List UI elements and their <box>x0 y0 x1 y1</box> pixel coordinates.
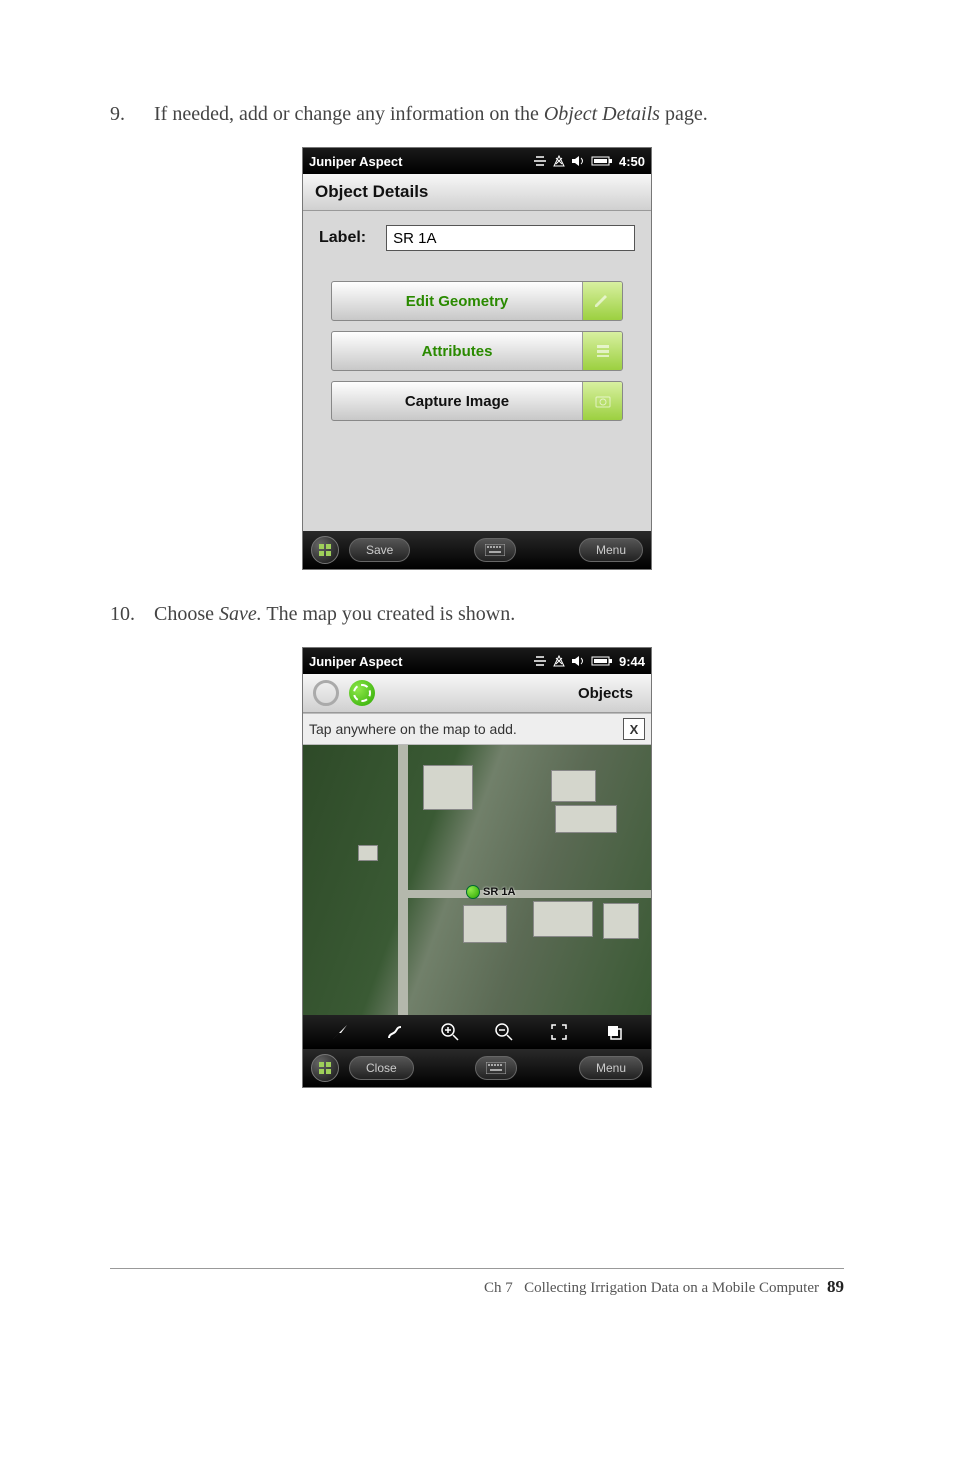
connectivity-icon <box>533 655 547 667</box>
map-tool-row <box>303 1015 651 1049</box>
close-icon: X <box>630 722 639 737</box>
zoom-out-icon[interactable] <box>494 1022 514 1042</box>
map-building <box>551 770 596 802</box>
keyboard-icon <box>485 544 505 556</box>
menu-button-2-label: Menu <box>596 1061 626 1075</box>
footer-page-number: 89 <box>819 1277 844 1296</box>
map-building <box>463 905 507 943</box>
map-building <box>555 805 617 833</box>
capture-image-label: Capture Image <box>332 393 582 410</box>
start-icon[interactable] <box>311 1054 339 1082</box>
page-footer: Ch 7 Collecting Irrigation Data on a Mob… <box>110 1268 844 1297</box>
tip-row: Tap anywhere on the map to add. X <box>303 713 651 745</box>
zoom-in-icon[interactable] <box>440 1022 460 1042</box>
save-button[interactable]: Save <box>349 538 410 562</box>
capture-image-icon <box>582 382 622 420</box>
edit-geometry-icon <box>582 282 622 320</box>
marker-label: SR 1A <box>483 886 515 898</box>
screen-header-2: Objects <box>303 674 651 713</box>
tip-text: Tap anywhere on the map to add. <box>309 721 617 737</box>
attributes-icon <box>582 332 622 370</box>
attributes-label: Attributes <box>332 343 582 360</box>
label-caption: Label: <box>319 229 366 247</box>
menu-button-1-label: Menu <box>596 543 626 557</box>
offline-status-icon <box>313 680 339 706</box>
save-button-label: Save <box>366 543 393 557</box>
map-road-vertical <box>398 745 408 1015</box>
signal-icon <box>553 655 565 667</box>
objects-label[interactable]: Objects <box>570 685 641 702</box>
draw-icon[interactable] <box>385 1022 405 1042</box>
label-input[interactable] <box>386 225 635 251</box>
step-10-post: The map you created is shown. <box>262 603 515 625</box>
label-field-row: Label: <box>319 225 635 251</box>
map-marker[interactable]: SR 1A <box>466 885 515 899</box>
connectivity-icon <box>533 155 547 167</box>
step-9: 9. If needed, add or change any informat… <box>110 100 844 129</box>
screen-header-text-1: Object Details <box>315 182 428 202</box>
status-icons-2: 9:44 <box>533 654 645 669</box>
volume-icon <box>571 155 585 167</box>
step-9-italic: Object Details <box>544 103 660 125</box>
edit-geometry-button[interactable]: Edit Geometry <box>331 281 623 321</box>
step-10: 10. Choose Save. The map you created is … <box>110 600 844 629</box>
device-frame-2: Juniper Aspect 9:44 Objects Tap anywhere… <box>302 647 652 1088</box>
battery-icon <box>591 655 613 667</box>
footer-title: Collecting Irrigation Data on a Mobile C… <box>524 1280 819 1296</box>
status-app-title-1: Juniper Aspect <box>309 154 533 169</box>
location-arrow-icon[interactable] <box>330 1022 350 1042</box>
gps-status-icon <box>349 680 375 706</box>
device-frame-1: Juniper Aspect 4:50 Object Details Label… <box>302 147 652 570</box>
keyboard-button[interactable] <box>475 1056 517 1080</box>
status-time-2: 9:44 <box>619 654 645 669</box>
menu-button-1[interactable]: Menu <box>579 538 643 562</box>
attributes-button[interactable]: Attributes <box>331 331 623 371</box>
status-icons-1: 4:50 <box>533 154 645 169</box>
map-canvas[interactable]: SR 1A <box>303 745 651 1015</box>
screen-header-1: Object Details <box>303 174 651 211</box>
footer-chapter: Ch 7 <box>484 1280 513 1296</box>
bottom-bar-2: Close Menu <box>303 1049 651 1087</box>
marker-dot-icon <box>466 885 480 899</box>
close-button[interactable]: Close <box>349 1056 414 1080</box>
step-10-italic: Save. <box>219 603 262 625</box>
step-9-text: If needed, add or change any information… <box>154 100 844 129</box>
map-building <box>423 765 473 810</box>
step-10-pre: Choose <box>154 603 219 625</box>
step-9-post: page. <box>660 103 708 125</box>
map-building <box>533 901 593 937</box>
menu-button-2[interactable]: Menu <box>579 1056 643 1080</box>
content-area-1: Label: Edit Geometry Attributes Capture … <box>303 211 651 531</box>
step-9-number: 9. <box>110 100 154 129</box>
layers-icon[interactable] <box>604 1022 624 1042</box>
capture-image-button[interactable]: Capture Image <box>331 381 623 421</box>
bottom-bar-1: Save Menu <box>303 531 651 569</box>
status-time-1: 4:50 <box>619 154 645 169</box>
screenshot-map: Juniper Aspect 9:44 Objects Tap anywhere… <box>110 647 844 1088</box>
volume-icon <box>571 655 585 667</box>
step-10-number: 10. <box>110 600 154 629</box>
status-app-title-2: Juniper Aspect <box>309 654 533 669</box>
status-bar-2: Juniper Aspect 9:44 <box>303 648 651 674</box>
keyboard-icon <box>486 1062 506 1074</box>
edit-geometry-label: Edit Geometry <box>332 293 582 310</box>
tip-close-button[interactable]: X <box>623 718 645 740</box>
status-bar-1: Juniper Aspect 4:50 <box>303 148 651 174</box>
start-icon[interactable] <box>311 536 339 564</box>
keyboard-button[interactable] <box>474 538 516 562</box>
fullscreen-icon[interactable] <box>549 1022 569 1042</box>
signal-icon <box>553 155 565 167</box>
close-button-label: Close <box>366 1061 397 1075</box>
battery-icon <box>591 155 613 167</box>
map-building <box>603 903 639 939</box>
map-building <box>358 845 378 861</box>
step-9-pre: If needed, add or change any information… <box>154 103 544 125</box>
screenshot-object-details: Juniper Aspect 4:50 Object Details Label… <box>110 147 844 570</box>
map-road-horizontal <box>398 890 651 898</box>
step-10-text: Choose Save. The map you created is show… <box>154 600 844 629</box>
